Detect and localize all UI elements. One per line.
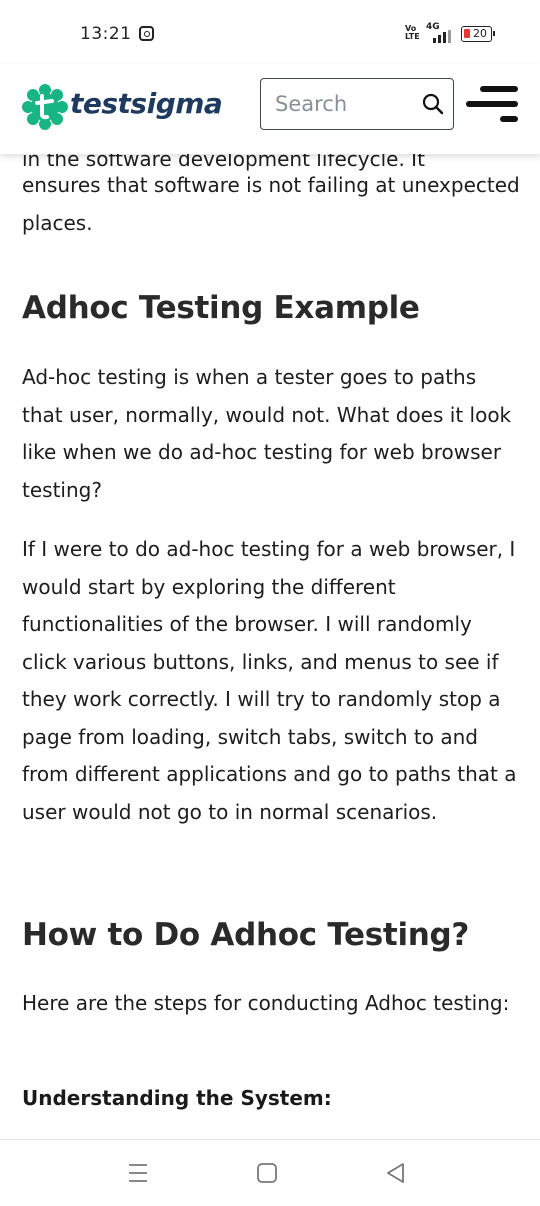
article-content: in the software development lifecycle. I… xyxy=(0,154,540,1139)
site-header: testsigma xyxy=(0,64,540,154)
home-icon[interactable] xyxy=(254,1160,280,1186)
testsigma-logo-icon[interactable] xyxy=(22,84,68,130)
step-heading-understanding: Understanding the System: xyxy=(22,1086,332,1110)
recents-icon[interactable] xyxy=(125,1160,151,1186)
back-icon[interactable] xyxy=(383,1160,409,1186)
intro-paragraph: ensures that software is not failing at … xyxy=(22,173,520,235)
search-box[interactable] xyxy=(260,78,454,130)
signal-icon xyxy=(433,30,451,43)
status-time: 13:21 xyxy=(80,24,132,44)
status-bar: 13:21 Vo LTE 4G 20 xyxy=(0,0,540,64)
instagram-notification-icon xyxy=(139,26,154,41)
volte-indicator: Vo LTE xyxy=(405,24,420,41)
how-to-paragraph: Here are the steps for conducting Adhoc … xyxy=(22,991,510,1015)
search-input[interactable] xyxy=(275,91,415,117)
search-icon[interactable] xyxy=(421,92,445,116)
section-heading-how-to: How to Do Adhoc Testing? xyxy=(22,917,470,953)
battery-level: 20 xyxy=(473,27,487,40)
example-paragraph-1: Ad-hoc testing is when a tester goes to … xyxy=(22,365,512,502)
navigation-bar xyxy=(0,1139,540,1206)
battery-icon: 20 xyxy=(461,26,495,42)
section-heading-example: Adhoc Testing Example xyxy=(22,290,420,326)
example-paragraph-2: If I were to do ad-hoc testing for a web… xyxy=(22,537,517,824)
logo-text[interactable]: testsigma xyxy=(70,87,223,120)
hamburger-menu-icon[interactable] xyxy=(466,84,518,126)
